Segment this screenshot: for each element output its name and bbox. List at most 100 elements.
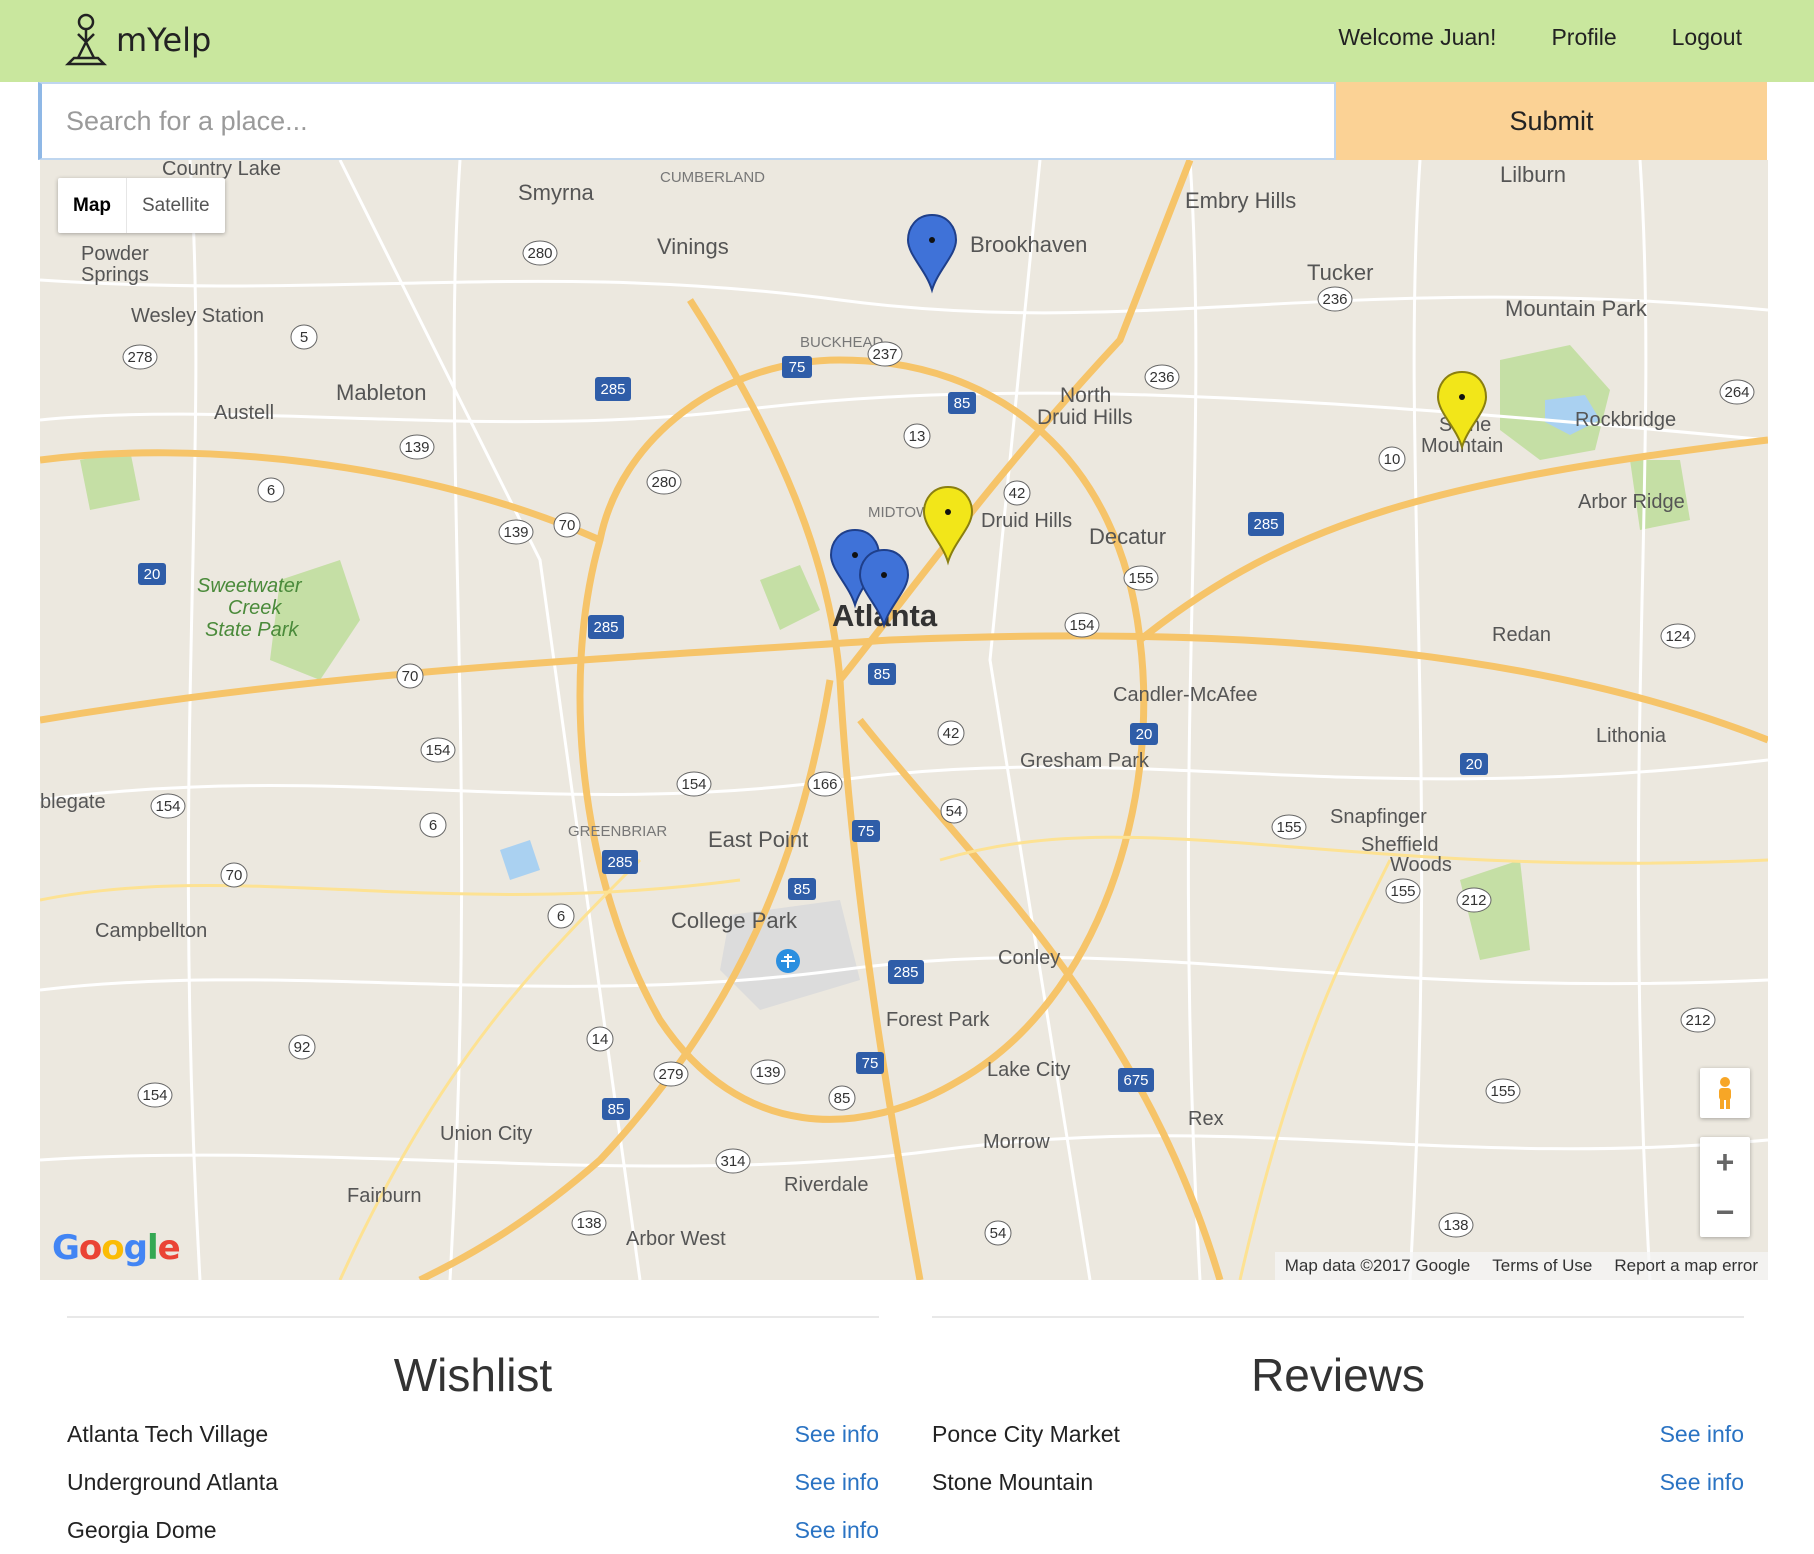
map-type-map[interactable]: Map: [58, 178, 127, 233]
pegman-icon: [1719, 1077, 1731, 1109]
marker-yellow-ponce[interactable]: [922, 485, 974, 566]
svg-text:155: 155: [1490, 1083, 1515, 1100]
place-name: Ponce City Market: [932, 1421, 1120, 1447]
svg-text:Mableton: Mableton: [336, 380, 427, 405]
svg-text:280: 280: [651, 474, 676, 491]
brand-logo[interactable]: mYelp: [64, 10, 211, 70]
submit-button[interactable]: Submit: [1336, 82, 1767, 160]
nav-links: Welcome Juan! Profile Logout: [1283, 22, 1742, 52]
svg-text:70: 70: [226, 867, 243, 884]
svg-text:155: 155: [1390, 883, 1415, 900]
see-info-link[interactable]: See info: [795, 1506, 879, 1554]
zoom-in-button[interactable]: +: [1700, 1137, 1750, 1187]
map-view[interactable]: Country Lake CUMBERLAND Smyrna Vinings B…: [40, 160, 1768, 1280]
shield-85: 85: [948, 392, 976, 414]
place-name: Stone Mountain: [932, 1469, 1094, 1495]
svg-text:85: 85: [834, 1090, 851, 1107]
terms-of-use-link[interactable]: Terms of Use: [1492, 1256, 1592, 1276]
svg-text:Vinings: Vinings: [657, 234, 729, 259]
svg-text:Druid Hills: Druid Hills: [981, 510, 1072, 532]
google-logo[interactable]: Google: [52, 1228, 181, 1268]
map-type-satellite[interactable]: Satellite: [127, 178, 225, 233]
svg-text:State Park: State Park: [205, 619, 299, 641]
svg-text:blegate: blegate: [40, 791, 106, 813]
svg-text:85: 85: [954, 395, 971, 412]
shield-285b: 285: [1248, 512, 1284, 536]
see-info-link[interactable]: See info: [795, 1458, 879, 1506]
svg-text:6: 6: [429, 817, 437, 834]
logout-link[interactable]: Logout: [1672, 22, 1742, 52]
shield-85c: 85: [788, 878, 816, 900]
svg-text:Candler-McAfee: Candler-McAfee: [1113, 684, 1258, 706]
map-tiles[interactable]: Country Lake CUMBERLAND Smyrna Vinings B…: [40, 160, 1768, 1280]
svg-text:East Point: East Point: [708, 827, 808, 852]
svg-text:42: 42: [1009, 485, 1026, 502]
svg-text:154: 154: [425, 742, 450, 759]
list-item: Underground Atlanta See info: [67, 1458, 879, 1506]
svg-text:236: 236: [1322, 291, 1347, 308]
search-input[interactable]: [38, 82, 1336, 160]
shield-75c: 75: [856, 1052, 884, 1074]
svg-text:Austell: Austell: [214, 402, 274, 424]
person-pin-icon: [64, 13, 108, 66]
svg-text:139: 139: [755, 1064, 780, 1081]
reviews-panel: Reviews Ponce City Market See info Stone…: [932, 1316, 1744, 1506]
list-item: Georgia Dome See info: [67, 1506, 879, 1554]
svg-text:85: 85: [794, 881, 811, 898]
svg-text:13: 13: [909, 428, 926, 445]
airport-icon: [776, 949, 800, 973]
see-info-link[interactable]: See info: [1660, 1410, 1744, 1458]
svg-text:Lake City: Lake City: [987, 1059, 1070, 1081]
svg-text:138: 138: [1443, 1217, 1468, 1234]
svg-text:285: 285: [600, 381, 625, 398]
svg-text:Lithonia: Lithonia: [1596, 725, 1667, 747]
see-info-link[interactable]: See info: [795, 1410, 879, 1458]
svg-text:139: 139: [404, 439, 429, 456]
report-map-error-link[interactable]: Report a map error: [1614, 1256, 1758, 1276]
shield-20: 20: [138, 563, 166, 585]
svg-text:20: 20: [1466, 756, 1483, 773]
list-item: Stone Mountain See info: [932, 1458, 1744, 1506]
svg-text:285: 285: [893, 964, 918, 981]
wishlist-panel: Wishlist Atlanta Tech Village See info U…: [67, 1316, 879, 1554]
profile-link[interactable]: Profile: [1551, 22, 1616, 52]
map-type-control: Map Satellite: [58, 178, 225, 233]
welcome-link[interactable]: Welcome Juan!: [1338, 22, 1496, 52]
svg-text:70: 70: [559, 517, 576, 534]
svg-text:236: 236: [1149, 369, 1174, 386]
shield-285c: 285: [588, 615, 624, 639]
highway-shields: 285 75 85 285 20 285 85 20 20 75 285 85 …: [138, 356, 1488, 1120]
svg-text:Smyrna: Smyrna: [518, 180, 595, 205]
svg-text:Brookhaven: Brookhaven: [970, 232, 1087, 257]
svg-text:Fairburn: Fairburn: [347, 1185, 421, 1207]
wishlist-title: Wishlist: [393, 1349, 553, 1401]
svg-text:54: 54: [990, 1225, 1007, 1242]
svg-text:75: 75: [858, 823, 875, 840]
svg-text:212: 212: [1685, 1012, 1710, 1029]
svg-text:85: 85: [608, 1101, 625, 1118]
svg-text:154: 154: [1069, 617, 1094, 634]
see-info-link[interactable]: See info: [1660, 1458, 1744, 1506]
wishlist-list: Atlanta Tech Village See info Undergroun…: [67, 1410, 879, 1554]
zoom-out-button[interactable]: −: [1700, 1187, 1750, 1237]
svg-text:75: 75: [789, 359, 806, 376]
pegman-button[interactable]: [1700, 1068, 1750, 1118]
shield-75b: 75: [852, 820, 880, 842]
svg-text:237: 237: [872, 346, 897, 363]
svg-text:264: 264: [1724, 384, 1749, 401]
svg-text:155: 155: [1128, 570, 1153, 587]
shield-20c: 20: [1460, 753, 1488, 775]
svg-text:124: 124: [1665, 628, 1690, 645]
list-item: Ponce City Market See info: [932, 1410, 1744, 1458]
svg-text:Country Lake: Country Lake: [162, 160, 281, 180]
svg-text:10: 10: [1384, 451, 1401, 468]
svg-text:Riverdale: Riverdale: [784, 1174, 868, 1196]
svg-text:GREENBRIAR: GREENBRIAR: [568, 823, 667, 840]
svg-text:14: 14: [592, 1031, 609, 1048]
marker-blue-brookhaven[interactable]: [906, 213, 958, 294]
list-item: Atlanta Tech Village See info: [67, 1410, 879, 1458]
shield-85d: 85: [602, 1098, 630, 1120]
zoom-control: + −: [1700, 1137, 1750, 1237]
svg-text:154: 154: [142, 1087, 167, 1104]
reviews-divider: [932, 1316, 1744, 1318]
